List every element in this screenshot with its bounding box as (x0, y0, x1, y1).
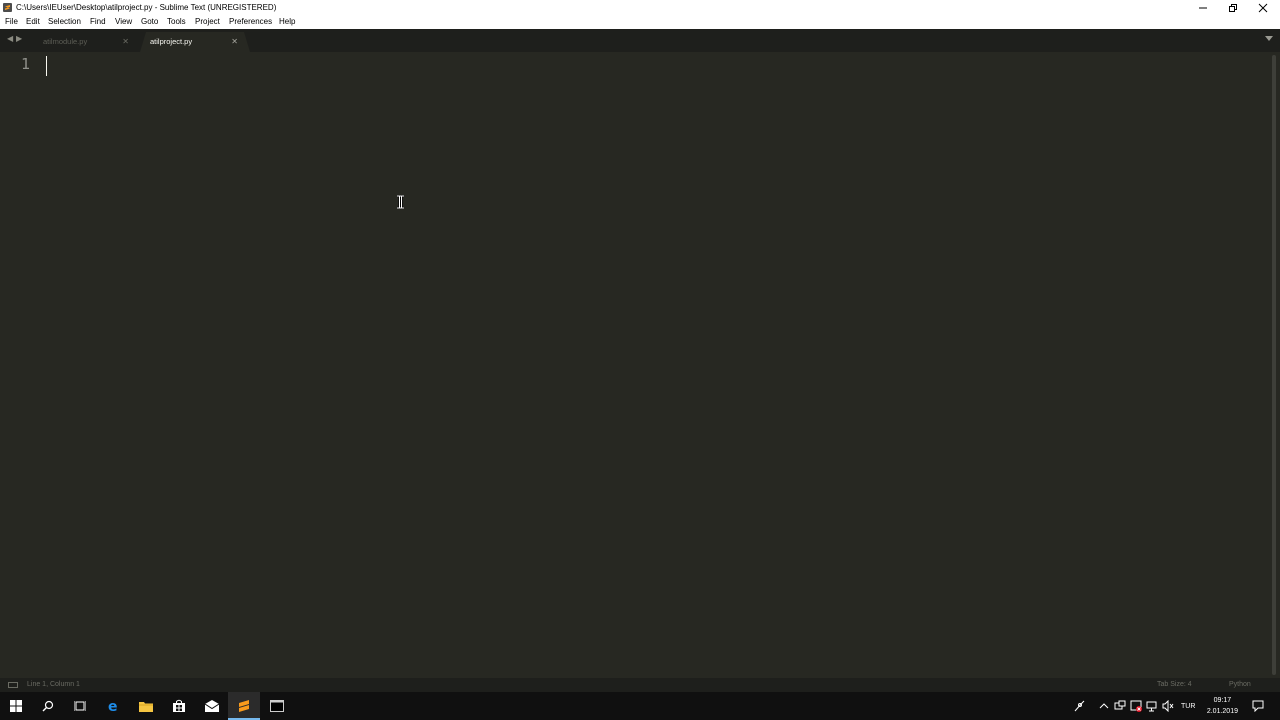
window-title: C:\Users\IEUser\Desktop\atilproject.py -… (16, 3, 277, 12)
start-button[interactable] (0, 692, 32, 720)
mail-button[interactable] (196, 692, 228, 720)
tab-bar: ◀ ▶ atilmodule.py ✕ atilproject.py ✕ (0, 29, 1280, 52)
edge-icon: e (108, 699, 118, 713)
svg-text:e: e (108, 699, 118, 713)
input-language[interactable]: TUR (1181, 692, 1195, 720)
sublime-text-taskbar-button[interactable] (228, 692, 260, 720)
close-window-button[interactable] (1248, 0, 1278, 15)
action-center-button[interactable] (1252, 692, 1264, 720)
window-title-bar: C:\Users\IEUser\Desktop\atilproject.py -… (0, 0, 1280, 15)
search-icon (42, 700, 54, 712)
task-view-icon (74, 701, 86, 711)
defender-alert-icon (1130, 700, 1142, 712)
task-view-button[interactable] (64, 692, 96, 720)
menu-project[interactable]: Project (195, 15, 220, 29)
taskbar-clock[interactable]: 09:17 2.01.2019 (1207, 695, 1238, 717)
close-icon (1258, 3, 1268, 12)
panel-toggle-icon[interactable] (8, 682, 18, 688)
folder-icon (139, 702, 153, 712)
tray-network[interactable] (1146, 692, 1158, 720)
menu-bar: File Edit Selection Find View Goto Tools… (0, 15, 1280, 29)
mail-icon (205, 700, 219, 712)
pen-workspace-icon (1074, 700, 1085, 712)
tab-next-arrow-icon[interactable]: ▶ (16, 34, 22, 43)
terminal-taskbar-button[interactable] (261, 692, 293, 720)
sublime-text-app-icon (3, 3, 12, 12)
tray-network-adapter[interactable] (1114, 692, 1126, 720)
tab-atilproject[interactable]: atilproject.py ✕ (140, 32, 250, 52)
notification-icon (1252, 700, 1264, 712)
menu-find[interactable]: Find (90, 15, 106, 29)
command-prompt-icon (270, 700, 284, 712)
minimize-icon (1199, 7, 1207, 8)
menu-edit[interactable]: Edit (26, 15, 40, 29)
tray-show-hidden[interactable] (1099, 692, 1109, 720)
tab-close-icon[interactable]: ✕ (122, 32, 129, 52)
tab-close-icon[interactable]: ✕ (231, 32, 238, 52)
store-bag-icon (173, 699, 185, 712)
network-icon (1146, 701, 1157, 712)
windows-logo-icon (10, 700, 22, 712)
menu-tools[interactable]: Tools (167, 15, 186, 29)
restore-icon (1229, 3, 1237, 12)
line-number: 1 (21, 55, 31, 73)
windows-taskbar: e TUR 09:17 2.01.2019 (0, 692, 1280, 720)
status-bar: Line 1, Column 1 Tab Size: 4 Python (0, 678, 1280, 692)
tab-label: atilmodule.py (43, 37, 88, 46)
vertical-scrollbar[interactable] (1272, 55, 1276, 675)
tab-size-indicator[interactable]: Tab Size: 4 (1157, 678, 1192, 692)
volume-muted-icon (1162, 700, 1174, 712)
sublime-text-icon (239, 700, 249, 712)
menu-file[interactable]: File (5, 15, 18, 29)
chevron-up-icon (1099, 703, 1109, 709)
menu-goto[interactable]: Goto (141, 15, 158, 29)
restore-button[interactable] (1218, 0, 1248, 15)
tray-pen-workspace[interactable] (1073, 692, 1085, 720)
menu-selection[interactable]: Selection (48, 15, 81, 29)
search-button[interactable] (32, 692, 64, 720)
tab-prev-arrow-icon[interactable]: ◀ (7, 34, 13, 43)
file-explorer-button[interactable] (130, 692, 162, 720)
tray-volume[interactable] (1162, 692, 1174, 720)
edge-browser-button[interactable]: e (98, 692, 130, 720)
menu-view[interactable]: View (115, 15, 132, 29)
network-adapter-icon (1114, 700, 1126, 710)
store-button[interactable] (163, 692, 195, 720)
tab-list-dropdown-icon[interactable] (1265, 36, 1273, 41)
clock-date: 2.01.2019 (1206, 708, 1238, 715)
clock-time: 09:17 (1213, 697, 1232, 704)
cursor-position: Line 1, Column 1 (27, 681, 80, 688)
ibeam-cursor-icon (397, 195, 404, 209)
editor-area[interactable]: 1 (0, 52, 1280, 678)
minimize-button[interactable] (1188, 0, 1218, 15)
menu-preferences[interactable]: Preferences (229, 15, 272, 29)
tray-defender[interactable] (1130, 692, 1142, 720)
menu-help[interactable]: Help (279, 15, 295, 29)
syntax-indicator[interactable]: Python (1229, 678, 1251, 692)
text-caret (46, 56, 47, 76)
tab-label: atilproject.py (150, 37, 193, 46)
tab-atilmodule[interactable]: atilmodule.py ✕ (33, 32, 139, 52)
